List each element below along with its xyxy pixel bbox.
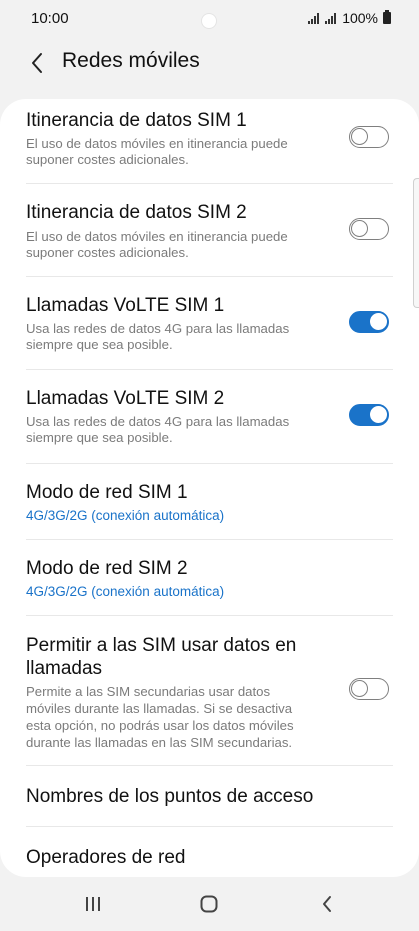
back-icon xyxy=(323,896,331,912)
setting-title: Nombres de los puntos de acceso xyxy=(26,786,314,807)
setting-description: siempre que sea posible. xyxy=(26,337,173,352)
setting-title: Permitir a las SIM usar datos en xyxy=(26,635,297,656)
setting-value: 4G/3G/2G (conexión automática) xyxy=(26,508,225,523)
toggle-knob xyxy=(351,128,368,145)
chevron-left-icon xyxy=(32,53,42,73)
battery-icon xyxy=(383,10,391,24)
setting-description: suponer costes adicionales. xyxy=(26,245,189,260)
setting-title: Modo de red SIM 1 xyxy=(26,482,188,503)
status-icons: 100% xyxy=(308,10,391,26)
app-header: Redes móviles xyxy=(0,38,419,94)
toggle-switch[interactable] xyxy=(349,404,389,426)
recents-button[interactable] xyxy=(78,891,108,917)
toggle-switch[interactable] xyxy=(349,678,389,700)
signal-icon xyxy=(325,12,337,24)
signal-icon xyxy=(308,12,320,24)
back-button[interactable] xyxy=(22,48,52,78)
toggle-knob xyxy=(369,405,388,424)
camera-cutout xyxy=(201,13,217,29)
battery-percent: 100% xyxy=(342,10,378,26)
status-time: 10:00 xyxy=(31,10,69,27)
setting-title: Itinerancia de datos SIM 2 xyxy=(26,202,247,223)
setting-row-network-operators[interactable]: Operadores de red xyxy=(0,827,419,877)
settings-card: Itinerancia de datos SIM 1 El uso de dat… xyxy=(0,99,419,877)
home-icon xyxy=(200,895,218,913)
toggle-switch[interactable] xyxy=(349,311,389,333)
scrollbar[interactable] xyxy=(413,178,419,308)
setting-title: Llamadas VoLTE SIM 1 xyxy=(26,295,225,316)
setting-row-sim-data-during-calls[interactable]: Permitir a las SIM usar datos en llamada… xyxy=(0,616,419,764)
home-button[interactable] xyxy=(194,891,224,917)
toggle-knob xyxy=(351,220,368,237)
toggle-switch[interactable] xyxy=(349,126,389,148)
setting-description: durante las llamadas en las SIM secundar… xyxy=(26,735,293,750)
setting-description: suponer costes adicionales. xyxy=(26,152,189,167)
setting-row-volte-sim2[interactable]: Llamadas VoLTE SIM 2 Usa las redes de da… xyxy=(0,370,419,463)
setting-title: Modo de red SIM 2 xyxy=(26,558,188,579)
setting-row-access-point-names[interactable]: Nombres de los puntos de acceso xyxy=(0,766,419,826)
setting-title: Llamadas VoLTE SIM 2 xyxy=(26,388,225,409)
nav-back-button[interactable] xyxy=(312,891,342,917)
recents-icon xyxy=(86,897,100,911)
toggle-knob xyxy=(351,680,368,697)
navigation-bar xyxy=(0,877,419,931)
setting-row-network-mode-sim1[interactable]: Modo de red SIM 1 4G/3G/2G (conexión aut… xyxy=(0,464,419,539)
status-bar: 10:00 100% xyxy=(0,0,419,38)
setting-row-volte-sim1[interactable]: Llamadas VoLTE SIM 1 Usa las redes de da… xyxy=(0,277,419,369)
setting-title: llamadas xyxy=(26,658,103,679)
setting-value: 4G/3G/2G (conexión automática) xyxy=(26,584,225,599)
setting-title: Itinerancia de datos SIM 1 xyxy=(26,110,247,131)
screen: 10:00 100% Redes móviles Itinerancia de … xyxy=(0,0,419,931)
setting-row-data-roaming-sim2[interactable]: Itinerancia de datos SIM 2 El uso de dat… xyxy=(0,184,419,276)
setting-row-data-roaming-sim1[interactable]: Itinerancia de datos SIM 1 El uso de dat… xyxy=(0,99,419,183)
page-title: Redes móviles xyxy=(62,49,200,72)
toggle-switch[interactable] xyxy=(349,218,389,240)
setting-row-network-mode-sim2[interactable]: Modo de red SIM 2 4G/3G/2G (conexión aut… xyxy=(0,540,419,615)
toggle-knob xyxy=(369,312,388,331)
setting-description: siempre que sea posible. xyxy=(26,430,173,445)
setting-title: Operadores de red xyxy=(26,847,186,868)
